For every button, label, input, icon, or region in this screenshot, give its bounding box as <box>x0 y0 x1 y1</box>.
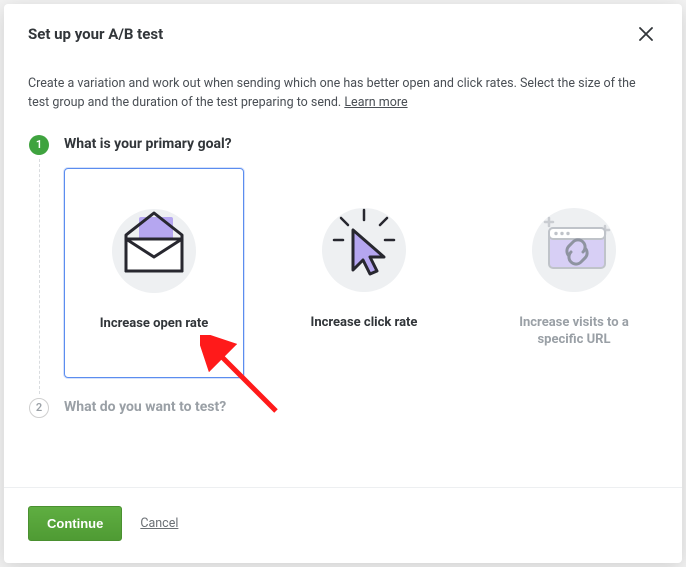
step-connector <box>39 159 40 394</box>
step-content: What do you want to test? <box>64 398 658 451</box>
modal-header: Set up your A/B test <box>4 4 682 60</box>
step-rail: 2 <box>28 398 50 451</box>
modal-body: Create a variation and work out when sen… <box>4 60 682 487</box>
goal-card-click-rate[interactable]: Increase click rate <box>274 168 454 378</box>
step-title: What is your primary goal? <box>64 136 664 152</box>
step-rail: 1 <box>28 135 50 398</box>
goal-card-visits-url[interactable]: Increase visits to a specific URL <box>484 168 664 378</box>
step-what-to-test: 2 What do you want to test? <box>28 398 658 451</box>
close-button[interactable] <box>634 22 658 46</box>
steps: 1 What is your primary goal? <box>28 135 658 451</box>
step-primary-goal: 1 What is your primary goal? <box>28 135 658 398</box>
goal-label: Increase open rate <box>100 315 209 333</box>
step-number-badge: 1 <box>29 135 49 155</box>
envelope-icon <box>99 191 209 301</box>
goal-cards: Increase open rate <box>64 168 664 378</box>
intro-text: Create a variation and work out when sen… <box>28 74 658 113</box>
modal-footer: Continue Cancel <box>4 487 682 563</box>
browser-link-icon <box>519 190 629 300</box>
goal-card-open-rate[interactable]: Increase open rate <box>64 168 244 378</box>
cursor-click-icon <box>309 190 419 300</box>
step-content: What is your primary goal? <box>64 135 664 398</box>
ab-test-modal: Set up your A/B test Create a variation … <box>4 4 682 563</box>
learn-more-link[interactable]: Learn more <box>344 95 407 110</box>
cancel-button[interactable]: Cancel <box>140 516 178 531</box>
continue-button[interactable]: Continue <box>28 506 122 541</box>
step-number-badge: 2 <box>29 398 49 418</box>
goal-label: Increase visits to a specific URL <box>496 314 652 349</box>
close-icon <box>639 27 653 41</box>
goal-label: Increase click rate <box>311 314 418 332</box>
step-title: What do you want to test? <box>64 399 658 415</box>
intro-copy: Create a variation and work out when sen… <box>28 76 636 110</box>
modal-title: Set up your A/B test <box>28 25 163 43</box>
